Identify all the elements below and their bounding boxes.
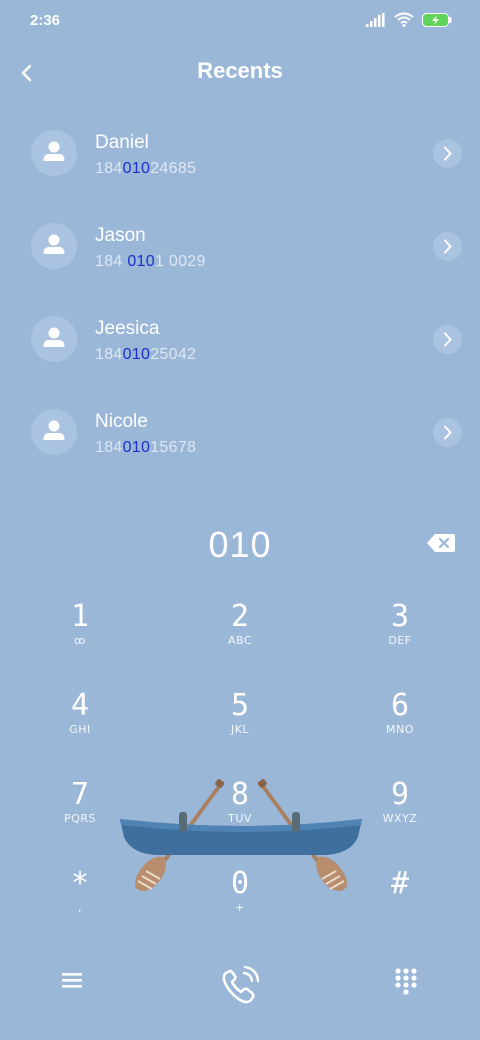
key-digit: #: [390, 866, 410, 901]
chevron-right-icon: [444, 146, 452, 161]
key-letters: MNO: [386, 723, 414, 736]
page-title: Recents: [197, 58, 283, 83]
dialed-number: 010: [208, 524, 272, 565]
key-digit: 5: [230, 688, 250, 723]
number-suffix: 1 0029: [154, 253, 206, 270]
key-2[interactable]: 2 ABC: [180, 600, 300, 680]
dial-display: 010: [0, 520, 480, 576]
key-letters: ABC: [227, 634, 253, 647]
key-6[interactable]: 6 MNO: [340, 689, 460, 769]
call-button[interactable]: [218, 963, 262, 1011]
status-time: 2:36: [30, 12, 61, 29]
menu-button[interactable]: [60, 969, 86, 995]
contact-detail-button[interactable]: [433, 418, 462, 447]
person-icon: [43, 141, 65, 161]
key-digit: 7: [70, 777, 90, 812]
recent-item[interactable]: Jeesica 18401025042: [0, 294, 480, 387]
person-icon: [43, 420, 65, 440]
number-match: 010: [122, 439, 151, 456]
dialpad-icon: [395, 968, 417, 995]
avatar: [31, 130, 77, 176]
key-8[interactable]: 8 TUV: [180, 778, 300, 858]
contact-name: Jeesica: [95, 318, 160, 339]
key-digit: 6: [390, 688, 410, 723]
key-5[interactable]: 5 JKL: [180, 689, 300, 769]
key-digit: 8: [230, 777, 250, 812]
avatar: [31, 316, 77, 362]
key-letters: JKL: [230, 723, 250, 736]
contact-name: Nicole: [95, 411, 148, 432]
chevron-right-icon: [444, 239, 452, 254]
chevron-right-icon: [444, 332, 452, 347]
backspace-icon: [427, 534, 455, 552]
key-letters: GHI: [69, 723, 91, 736]
key-digit: 9: [390, 777, 410, 812]
recent-item[interactable]: Nicole 18401015678: [0, 387, 480, 480]
person-icon: [43, 327, 65, 347]
key-star[interactable]: * ,: [20, 867, 140, 947]
contact-number: 18401024685: [95, 160, 196, 178]
recent-item[interactable]: Daniel 18401024685: [0, 108, 480, 201]
contact-number: 18401015678: [95, 439, 196, 457]
number-match: 010: [127, 253, 155, 270]
bottom-bar: [0, 955, 480, 1025]
key-digit: *: [70, 866, 90, 901]
status-bar: 2:36: [0, 0, 480, 44]
key-digit: 4: [70, 688, 90, 723]
contact-number: 18401025042: [95, 346, 196, 364]
wifi-icon: [394, 12, 414, 27]
phone-call-icon: [222, 965, 260, 1004]
battery-icon: [422, 12, 452, 27]
key-7[interactable]: 7 PQRS: [20, 778, 140, 858]
status-icons: [366, 12, 452, 27]
dialpad-toggle-button[interactable]: [394, 967, 418, 1001]
key-4[interactable]: 4 GHI: [20, 689, 140, 769]
contact-name: Daniel: [95, 132, 149, 153]
key-letters: PQRS: [64, 812, 96, 825]
key-letters: ,: [78, 901, 82, 914]
key-digit: 0: [230, 866, 250, 901]
menu-icon: [62, 973, 82, 988]
signal-icon: [366, 12, 385, 27]
key-hash[interactable]: #: [340, 867, 460, 947]
key-3[interactable]: 3 DEF: [340, 600, 460, 680]
key-letters: DEF: [388, 634, 412, 647]
header: Recents: [0, 50, 480, 94]
key-9[interactable]: 9 WXYZ: [340, 778, 460, 858]
number-prefix: 184: [95, 439, 123, 456]
number-suffix: 25042: [150, 346, 197, 363]
key-0[interactable]: 0 +: [180, 867, 300, 947]
number-prefix: 184: [95, 160, 123, 177]
number-prefix: 184: [95, 346, 123, 363]
contact-number: 184 0101 0029: [95, 253, 206, 271]
avatar: [31, 223, 77, 269]
number-prefix: 184: [95, 253, 128, 270]
key-1[interactable]: 1 ꝏ: [20, 600, 140, 680]
key-digit: 3: [390, 599, 410, 634]
recents-list: Daniel 18401024685 Jason 184 0101 0029 J…: [0, 108, 480, 480]
key-digit: 2: [230, 599, 250, 634]
key-letters: WXYZ: [382, 812, 418, 825]
key-letters: +: [235, 901, 245, 914]
number-match: 010: [122, 160, 151, 177]
number-suffix: 15678: [150, 439, 197, 456]
chevron-right-icon: [444, 425, 452, 440]
number-match: 010: [122, 346, 151, 363]
number-suffix: 24685: [150, 160, 197, 177]
recent-item[interactable]: Jason 184 0101 0029: [0, 201, 480, 294]
key-letters: TUV: [228, 812, 252, 825]
voicemail-icon: ꝏ: [74, 634, 86, 647]
contact-detail-button[interactable]: [433, 139, 462, 168]
avatar: [31, 409, 77, 455]
person-icon: [43, 234, 65, 254]
key-digit: 1: [70, 599, 90, 634]
contact-detail-button[interactable]: [433, 232, 462, 261]
backspace-button[interactable]: [426, 532, 456, 554]
contact-detail-button[interactable]: [433, 325, 462, 354]
contact-name: Jason: [95, 225, 146, 246]
